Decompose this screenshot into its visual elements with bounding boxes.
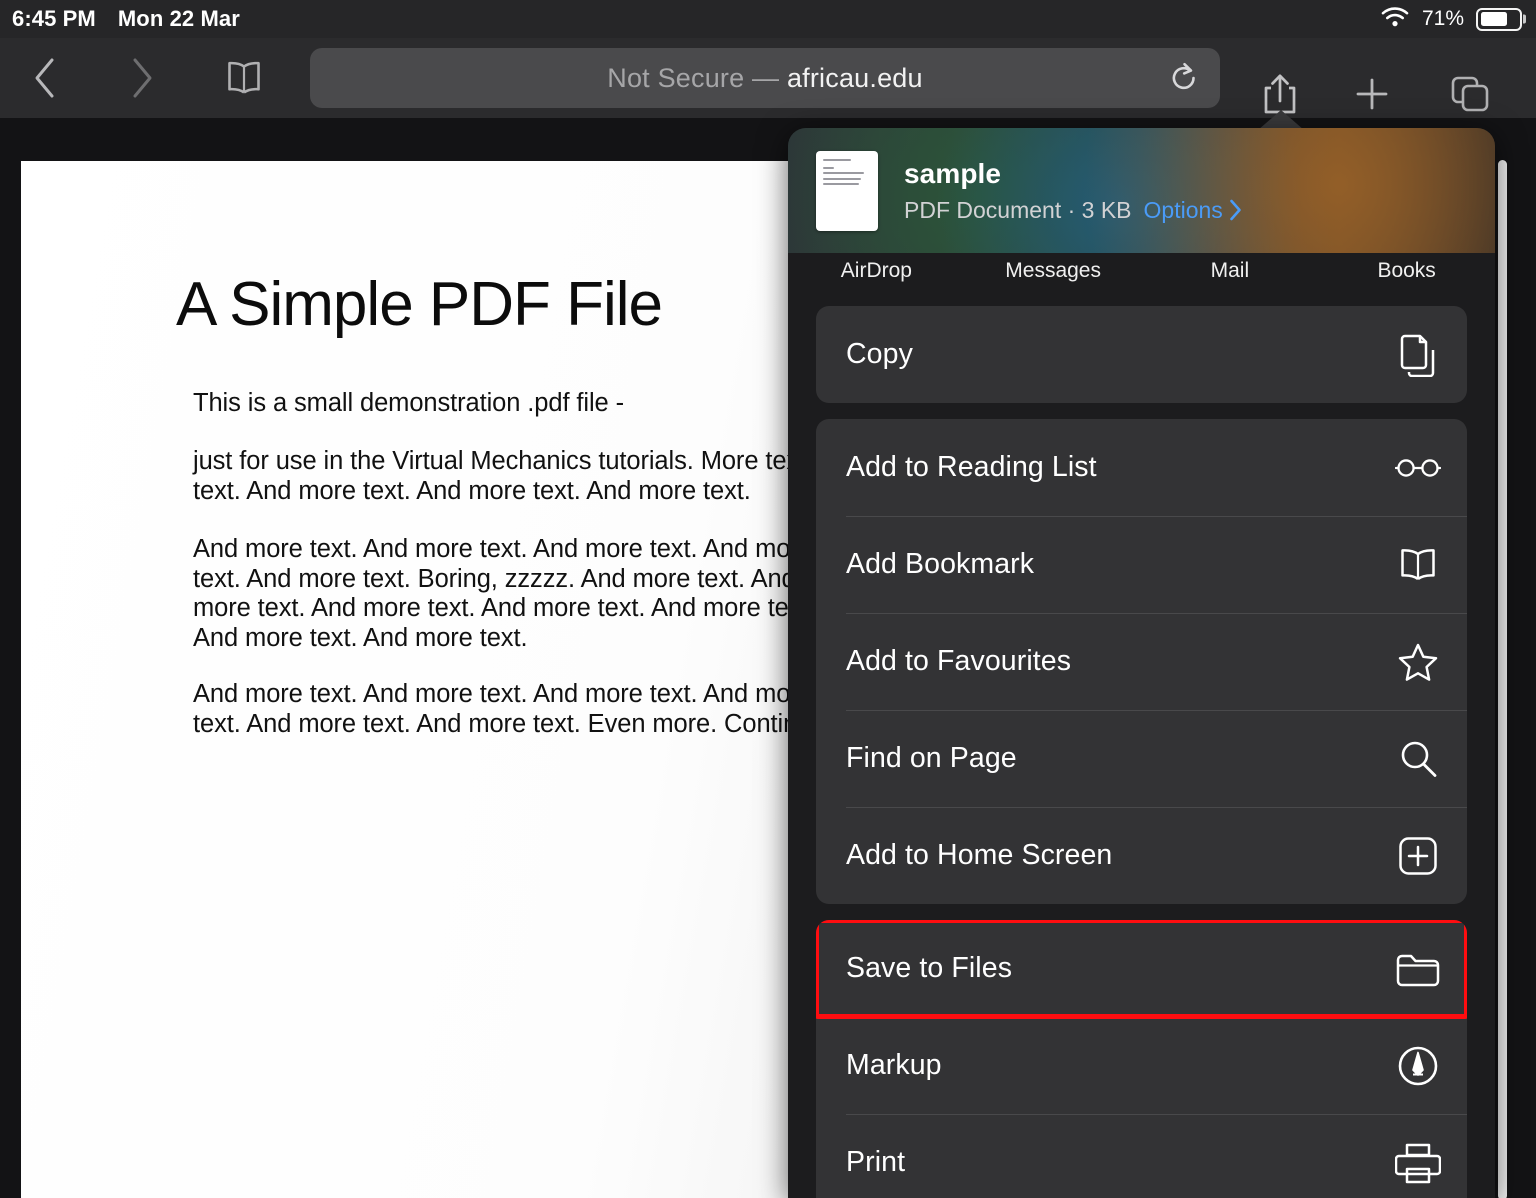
book-icon <box>1395 542 1441 588</box>
ipad-safari-screen: 6:45 PM Mon 22 Mar 71% Not Secure — afri… <box>0 0 1536 1198</box>
status-bar: 6:45 PM Mon 22 Mar 71% <box>0 0 1536 38</box>
action-label: Add Bookmark <box>846 548 1035 580</box>
new-tab-button[interactable] <box>1342 64 1402 124</box>
book-icon <box>228 61 260 94</box>
battery-icon <box>1476 7 1522 31</box>
share-sheet-header: sample PDF Document · 3 KB Options <box>788 128 1495 253</box>
page-scrollbar[interactable] <box>1498 160 1507 1198</box>
tabs-icon <box>1451 76 1489 112</box>
pdf-title: A Simple PDF File <box>176 270 663 339</box>
status-time: 6:45 PM <box>12 6 96 31</box>
magnifier-icon <box>1395 736 1441 782</box>
action-label: Save to Files <box>846 952 1013 984</box>
chevron-right-icon <box>1229 199 1241 221</box>
action-add-to-favourites[interactable]: Add to Favourites <box>816 613 1467 710</box>
action-label: Find on Page <box>846 742 1017 774</box>
plus-square-icon <box>1395 833 1441 879</box>
action-print[interactable]: Print <box>816 1114 1467 1198</box>
copy-icon <box>1395 332 1441 378</box>
action-label: Copy <box>846 338 913 370</box>
action-label: Print <box>846 1146 906 1178</box>
document-subtitle-row: PDF Document · 3 KB Options <box>904 197 1242 224</box>
plus-icon <box>1356 78 1388 110</box>
bookmarks-button[interactable] <box>214 48 274 108</box>
action-label: Markup <box>846 1049 942 1081</box>
action-group: Copy <box>816 306 1467 403</box>
browser-toolbar: Not Secure — africau.edu <box>0 38 1536 118</box>
share-sheet: sample PDF Document · 3 KB Options AirDr… <box>788 128 1495 1198</box>
share-sheet-actions: Copy Add to Reading List Add Bookmark Ad… <box>788 306 1495 1198</box>
share-target-mail[interactable]: Mail <box>1142 259 1319 283</box>
url-security-label: Not Secure — <box>607 62 787 93</box>
action-save-to-files[interactable]: Save to Files <box>816 920 1467 1019</box>
document-info: sample PDF Document · 3 KB Options <box>904 158 1242 224</box>
wifi-icon <box>1380 5 1410 33</box>
action-label: Add to Favourites <box>846 645 1072 677</box>
share-target-books[interactable]: Books <box>1318 259 1495 283</box>
share-target-messages[interactable]: Messages <box>965 259 1142 283</box>
star-icon <box>1395 639 1441 685</box>
chevron-right-icon <box>133 58 152 98</box>
status-bar-right: 71% <box>1380 5 1536 33</box>
options-button[interactable]: Options <box>1144 197 1242 224</box>
action-markup[interactable]: Markup <box>816 1017 1467 1114</box>
pdf-paragraph: And more text. And more text. And more t… <box>193 535 813 652</box>
document-title: sample <box>904 157 1002 189</box>
document-thumbnail <box>816 150 878 231</box>
document-subtitle: PDF Document · 3 KB <box>904 196 1132 223</box>
action-add-to-reading-list[interactable]: Add to Reading List <box>816 419 1467 516</box>
folder-icon <box>1395 946 1441 992</box>
pdf-paragraph: And more text. And more text. And more t… <box>193 680 813 738</box>
url-host: africau.edu <box>786 62 923 93</box>
tabs-button[interactable] <box>1440 64 1500 124</box>
url-text: Not Secure — africau.edu <box>607 63 922 94</box>
pdf-paragraph: This is a small demonstration .pdf file … <box>193 389 624 417</box>
reload-icon <box>1172 62 1195 90</box>
pdf-paragraph: just for use in the Virtual Mechanics tu… <box>193 447 807 505</box>
share-targets-row: AirDrop Messages Mail Books <box>788 253 1495 295</box>
action-label: Add to Home Screen <box>846 839 1113 871</box>
reload-button[interactable] <box>1162 61 1206 95</box>
action-group: Save to Files Markup Print <box>816 920 1467 1198</box>
back-button[interactable] <box>14 48 74 108</box>
action-find-on-page[interactable]: Find on Page <box>816 710 1467 807</box>
address-bar[interactable]: Not Secure — africau.edu <box>310 48 1220 108</box>
battery-percentage: 71% <box>1421 7 1464 30</box>
action-copy[interactable]: Copy <box>816 306 1467 403</box>
forward-button[interactable] <box>112 48 172 108</box>
options-label: Options <box>1143 196 1223 223</box>
share-icon <box>1264 74 1296 114</box>
action-label: Add to Reading List <box>846 451 1097 483</box>
glasses-icon <box>1395 445 1441 491</box>
share-target-airdrop[interactable]: AirDrop <box>788 259 965 283</box>
markup-pen-icon <box>1395 1043 1441 1089</box>
status-date: Mon 22 Mar <box>117 6 240 31</box>
action-add-to-home-screen[interactable]: Add to Home Screen <box>816 807 1467 904</box>
chevron-left-icon <box>35 58 54 98</box>
action-add-bookmark[interactable]: Add Bookmark <box>816 516 1467 613</box>
status-bar-left: 6:45 PM Mon 22 Mar <box>0 6 240 32</box>
action-group: Add to Reading List Add Bookmark Add to … <box>816 419 1467 904</box>
printer-icon <box>1395 1140 1441 1186</box>
